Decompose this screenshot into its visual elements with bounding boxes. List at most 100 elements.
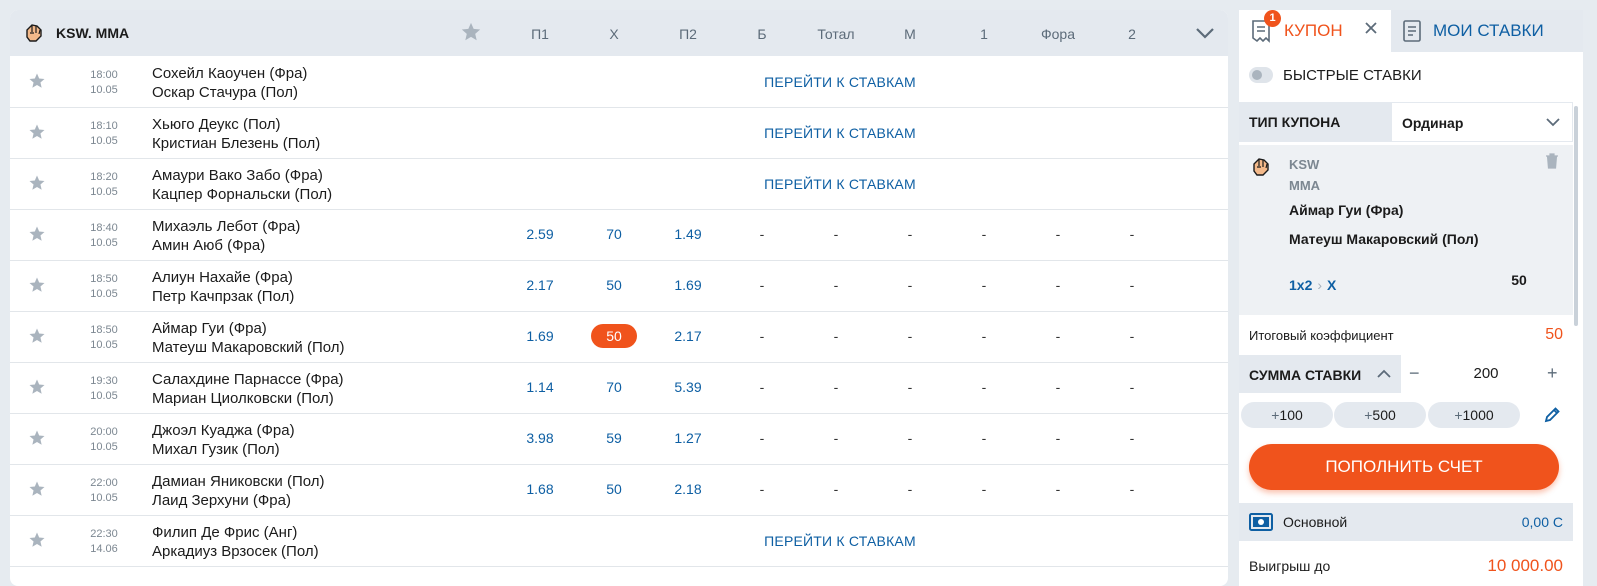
event-teams[interactable]: Джоэл Куаджа (Фра) Михал Гузик (Пол) (152, 421, 295, 459)
odds-cell-fora: - (1021, 277, 1095, 293)
favorite-star-icon[interactable] (28, 531, 46, 549)
tab-coupon[interactable]: 1 КУПОН (1239, 10, 1391, 52)
trash-icon[interactable] (1545, 153, 1559, 169)
odds-cell-p1[interactable]: 1.68 (503, 481, 577, 497)
event-teams[interactable]: Дамиан Яниковски (Пол) Лаид Зерхуни (Фра) (152, 472, 325, 510)
event-time: 18:50 (90, 324, 118, 336)
event-teams[interactable]: Сохейл Каоучен (Фра) Оскар Стачура (Пол) (152, 64, 307, 102)
odds-value: - (907, 277, 913, 293)
team1-name: Филип Де Фрис (Анг) (152, 524, 298, 541)
odds-cell-x[interactable]: 70 (577, 379, 651, 395)
odds-cell-p2[interactable]: 2.17 (651, 328, 725, 344)
odds-cell-p2[interactable]: 2.18 (651, 481, 725, 497)
odds-cell-total: - (799, 481, 873, 497)
odds-cell-p1[interactable]: 1.14 (503, 379, 577, 395)
odds-cell-h1: - (947, 481, 1021, 497)
potential-win-row: Выигрыш до 10 000.00 (1239, 548, 1573, 584)
close-icon[interactable] (1364, 21, 1378, 35)
odds-cell-p2[interactable]: 1.49 (651, 226, 725, 242)
decrease-stake-button[interactable]: − (1409, 363, 1420, 384)
odds-value: 1.69 (526, 328, 554, 344)
favorite-star-icon[interactable] (28, 225, 46, 243)
event-teams[interactable]: Аймар Гуи (Фра) Матеуш Макаровский (Пол) (152, 319, 345, 357)
chevron-down-icon[interactable] (1194, 25, 1216, 41)
favorite-star-icon[interactable] (28, 174, 46, 192)
event-time: 20:00 (90, 426, 118, 438)
odds-cell-x[interactable]: 59 (577, 430, 651, 446)
pencil-icon[interactable] (1543, 406, 1561, 424)
odds-cell-total: - (799, 379, 873, 395)
team2-name: Матеуш Макаровский (Пол) (152, 339, 345, 356)
coupon-type-select[interactable]: Ординар (1391, 102, 1573, 142)
odds-cell-h1: - (947, 226, 1021, 242)
odds-value: - (1055, 277, 1061, 293)
favorite-star-icon[interactable] (28, 429, 46, 447)
odds-cell-x[interactable]: 50 (577, 277, 651, 293)
go-to-bets-link[interactable]: ПЕРЕЙТИ К СТАВКАМ (720, 125, 960, 141)
event-row[interactable]: 18:10 10.05 Хьюго Деукс (Пол) Кристиан Блез… (10, 108, 1228, 159)
event-teams[interactable]: Хьюго Деукс (Пол) Кристиан Блезень (Пол) (152, 115, 320, 153)
quick-add-1000-button[interactable]: +1000 (1428, 402, 1520, 428)
go-to-bets-link[interactable]: ПЕРЕЙТИ К СТАВКАМ (720, 74, 960, 90)
favorite-star-icon[interactable] (460, 21, 482, 43)
event-row[interactable]: 22:00 10.05 Дамиан Яниковски (Пол) Лаид Зер… (10, 465, 1228, 516)
quick-add-amount: 100 (1279, 407, 1303, 423)
stake-amount-input[interactable]: 200 (1441, 365, 1531, 382)
odds-cell-x[interactable]: 70 (577, 226, 651, 242)
odds-value: - (1129, 430, 1135, 446)
event-row[interactable]: 22:30 14.06 Филип Де Фрис (Анг) Аркадиуз Вр… (10, 516, 1228, 567)
event-row[interactable]: 18:50 10.05 Аймар Гуи (Фра) Матеуш Макаровс… (10, 312, 1228, 363)
go-to-bets-link[interactable]: ПЕРЕЙТИ К СТАВКАМ (720, 176, 960, 192)
odds-cell-p1[interactable]: 2.17 (503, 277, 577, 293)
event-date: 10.05 (90, 237, 118, 249)
event-time: 18:00 (90, 69, 118, 81)
event-teams[interactable]: Алиун Нахайе (Фра) Петр Качпрзак (Пол) (152, 268, 294, 306)
quick-add-500-button[interactable]: +500 (1334, 402, 1426, 428)
odds-cell-m: - (873, 481, 947, 497)
event-row[interactable]: 18:50 10.05 Алиун Нахайе (Фра) Петр Качпрза… (10, 261, 1228, 312)
event-teams[interactable]: Филип Де Фрис (Анг) Аркадиуз Врзосек (Пол… (152, 523, 319, 561)
event-teams[interactable]: Михаэль Лебот (Фра) Амин Аюб (Фра) (152, 217, 300, 255)
event-row[interactable]: 20:00 10.05 Джоэл Куаджа (Фра) Михал Гузик … (10, 414, 1228, 465)
odds-cell-p1[interactable]: 2.59 (503, 226, 577, 242)
top-up-button[interactable]: ПОПОЛНИТЬ СЧЕТ (1249, 444, 1559, 490)
odds-cell-p1[interactable]: 3.98 (503, 430, 577, 446)
quick-bets-toggle[interactable] (1249, 67, 1273, 83)
event-row[interactable]: 18:20 10.05 Амаури Вако Забо (Фра) Кацпер Ф… (10, 159, 1228, 210)
account-row[interactable]: Основной 0,00 С (1239, 503, 1573, 541)
odds-cell-p1[interactable]: 1.69 (503, 328, 577, 344)
favorite-star-icon[interactable] (28, 123, 46, 141)
favorite-star-icon[interactable] (28, 276, 46, 294)
odds-cell-p2[interactable]: 1.69 (651, 277, 725, 293)
column-header-1: 1 (980, 26, 988, 42)
event-teams[interactable]: Амаури Вако Забо (Фра) Кацпер Форнальски … (152, 166, 332, 204)
event-time: 18:10 (90, 120, 118, 132)
team2-name: Петр Качпрзак (Пол) (152, 288, 295, 305)
odds-cell-x[interactable]: 50 (577, 324, 651, 348)
scrollbar[interactable] (1574, 106, 1578, 326)
odds-value: - (759, 379, 765, 395)
odds-value: - (981, 277, 987, 293)
favorite-star-icon[interactable] (28, 72, 46, 90)
odds-value: - (981, 430, 987, 446)
odds-cell-b: - (725, 277, 799, 293)
favorite-star-icon[interactable] (28, 480, 46, 498)
event-row[interactable]: 18:00 10.05 Сохейл Каоучен (Фра) Оскар Стач… (10, 57, 1228, 108)
quick-add-100-button[interactable]: +100 (1241, 402, 1333, 428)
chevron-up-icon[interactable] (1377, 369, 1391, 379)
increase-stake-button[interactable]: + (1547, 363, 1558, 384)
odds-cell-p2[interactable]: 5.39 (651, 379, 725, 395)
league-header: KSW. MMA П1 Х П2 Б Тотал М 1 Фора 2 (10, 10, 1228, 56)
team1-name: Сохейл Каоучен (Фра) (152, 65, 308, 82)
go-to-bets-link[interactable]: ПЕРЕЙТИ К СТАВКАМ (720, 533, 960, 549)
favorite-star-icon[interactable] (28, 378, 46, 396)
odds-cell-p2[interactable]: 1.27 (651, 430, 725, 446)
odds-cell-x[interactable]: 50 (577, 481, 651, 497)
event-row[interactable]: 19:30 10.05 Салахдине Парнассе (Фра) Мариан… (10, 363, 1228, 414)
odds-value: - (759, 481, 765, 497)
event-datetime: 18:50 10.05 (82, 272, 126, 302)
event-teams[interactable]: Салахдине Парнассе (Фра) Мариан Циолковск… (152, 370, 344, 408)
event-row[interactable]: 18:40 10.05 Михаэль Лебот (Фра) Амин Аюб (Ф… (10, 210, 1228, 261)
league-title[interactable]: KSW. MMA (56, 25, 129, 41)
favorite-star-icon[interactable] (28, 327, 46, 345)
